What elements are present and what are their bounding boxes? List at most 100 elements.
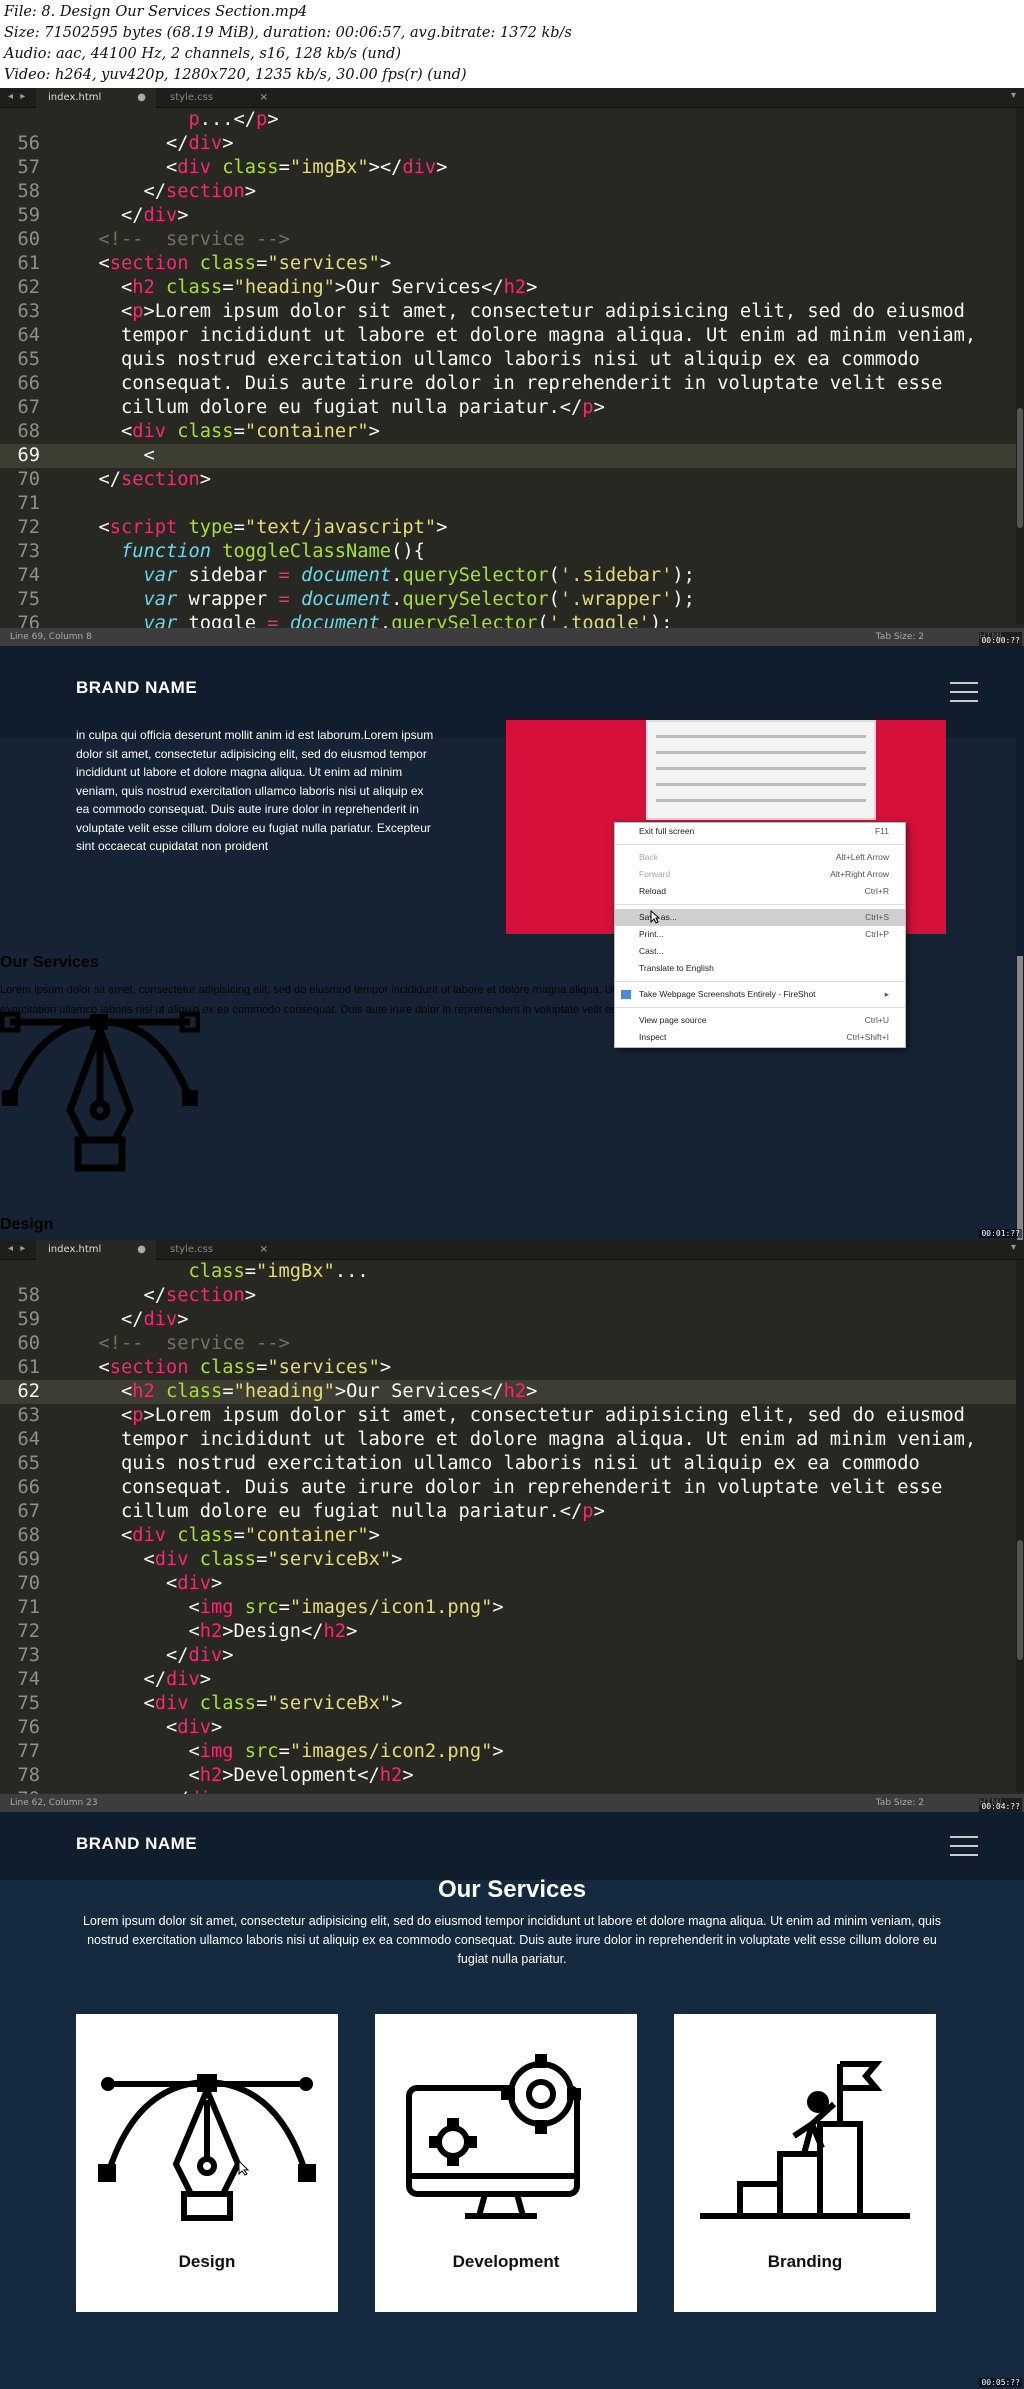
code-line[interactable]: 62 <h2 class="heading">Our Services</h2> xyxy=(0,276,1024,300)
context-menu-item[interactable]: Print... Ctrl+P xyxy=(615,926,905,943)
code-line[interactable]: 63 <p>Lorem ipsum dolor sit amet, consec… xyxy=(0,300,1024,324)
service-card-development[interactable]: Development xyxy=(375,2014,637,2312)
context-menu-item[interactable]: Translate to English xyxy=(615,960,905,977)
tab-index-html[interactable]: index.html ● xyxy=(36,88,156,108)
code-line[interactable]: 73 function toggleClassName(){ xyxy=(0,540,1024,564)
code-line[interactable]: 64 tempor incididunt ut labore et dolore… xyxy=(0,1428,1024,1452)
tab-style-css[interactable]: style.css × xyxy=(158,88,278,108)
context-menu-item[interactable]: Reload Ctrl+R xyxy=(615,883,905,900)
context-menu-item[interactable]: Take Webpage Screenshots Entirely - Fire… xyxy=(615,986,905,1003)
code-token: "imgBx" xyxy=(256,1261,335,1282)
code-line[interactable]: 56 </div> xyxy=(0,132,1024,156)
code-token: function xyxy=(121,541,212,562)
line-number: 73 xyxy=(17,541,40,562)
code-line[interactable]: 58 </section> xyxy=(0,180,1024,204)
code-line[interactable]: 74 var sidebar = document.querySelector(… xyxy=(0,564,1024,588)
close-icon[interactable]: × xyxy=(260,1240,268,1260)
page-scrollbar-thumb[interactable] xyxy=(1017,956,1023,1240)
code-line[interactable]: 77 <img src="images/icon2.png"> xyxy=(0,1740,1024,1764)
code-line[interactable]: class="imgBx"... xyxy=(0,1260,1024,1284)
scrollbar-thumb[interactable] xyxy=(1017,408,1023,528)
code-line[interactable]: 59 </div> xyxy=(0,1308,1024,1332)
code-line[interactable]: 63 <p>Lorem ipsum dolor sit amet, consec… xyxy=(0,1404,1024,1428)
code-token: div xyxy=(188,1645,223,1666)
tab-nav-arrows[interactable]: ◂ ▸ xyxy=(8,1243,27,1254)
code-line[interactable]: 73 </div> xyxy=(0,1644,1024,1668)
code-line[interactable]: 74 </div> xyxy=(0,1668,1024,1692)
code-line[interactable]: 71 <img src="images/icon1.png"> xyxy=(0,1596,1024,1620)
line-number: 78 xyxy=(17,1765,40,1786)
unsaved-dot-icon[interactable]: ● xyxy=(137,88,146,108)
scrollbar[interactable] xyxy=(1016,1260,1024,1792)
line-number: 59 xyxy=(17,1309,40,1330)
code-line[interactable]: 71 xyxy=(0,492,1024,516)
code-line[interactable]: 75 var wrapper = document.querySelector(… xyxy=(0,588,1024,612)
code-token: = xyxy=(256,1549,268,1570)
code-line[interactable]: 78 <h2>Development</h2> xyxy=(0,1764,1024,1788)
tab-style-css[interactable]: style.css × xyxy=(158,1240,278,1260)
hamburger-menu-icon[interactable] xyxy=(950,1836,978,1856)
code-line[interactable]: 69 <div class="serviceBx"> xyxy=(0,1548,1024,1572)
code-line[interactable]: 75 <div class="serviceBx"> xyxy=(0,1692,1024,1716)
code-line[interactable]: 65 quis nostrud exercitation ullamco lab… xyxy=(0,348,1024,372)
menu-separator xyxy=(615,844,905,845)
service-card-branding[interactable]: Branding xyxy=(674,2014,936,2312)
code-line[interactable]: 58 </section> xyxy=(0,1284,1024,1308)
code-line[interactable]: 60 <!-- service --> xyxy=(0,1332,1024,1356)
context-menu-item[interactable]: Inspect Ctrl+Shift+I xyxy=(615,1029,905,1046)
code-token: = xyxy=(278,589,290,610)
code-area[interactable]: class="imgBx"... 58 </section> 59 </div> 60… xyxy=(0,1260,1024,1812)
code-line[interactable]: 59 </div> xyxy=(0,204,1024,228)
code-line[interactable]: 70 </section> xyxy=(0,468,1024,492)
code-line[interactable]: 60 <!-- service --> xyxy=(0,228,1024,252)
code-line[interactable]: 67 cillum dolore eu fugiat nulla pariatu… xyxy=(0,1500,1024,1524)
code-line[interactable]: 61 <section class="services"> xyxy=(0,252,1024,276)
tab-index-html[interactable]: index.html ● xyxy=(36,1240,156,1260)
code-line[interactable]: 65 quis nostrud exercitation ullamco lab… xyxy=(0,1452,1024,1476)
context-menu-item[interactable]: Exit full screen F11 xyxy=(615,823,905,840)
code-line[interactable]: 61 <section class="services"> xyxy=(0,1356,1024,1380)
scrollbar-thumb[interactable] xyxy=(1017,1540,1023,1660)
service-card-design[interactable]: Design xyxy=(76,2014,338,2312)
context-menu-item[interactable]: View page source Ctrl+U xyxy=(615,1012,905,1029)
context-menu[interactable]: Exit full screen F11 Back Alt+Left Arrow For… xyxy=(614,822,906,1048)
unsaved-dot-icon[interactable]: ● xyxy=(137,1240,146,1260)
code-line[interactable]: 68 <div class="container"> xyxy=(0,1524,1024,1548)
code-line[interactable]: 68 <div class="container"> xyxy=(0,420,1024,444)
code-line[interactable]: 57 <div class="imgBx"></div> xyxy=(0,156,1024,180)
close-icon[interactable]: × xyxy=(260,88,268,108)
code-token: > xyxy=(244,1285,257,1306)
code-line[interactable]: 66 consequat. Duis aute irure dolor in r… xyxy=(0,372,1024,396)
code-line[interactable]: p...</p> xyxy=(0,108,1024,132)
chevron-down-icon[interactable]: ▾ xyxy=(1011,1242,1016,1253)
line-number: 71 xyxy=(17,493,40,514)
code-token: > xyxy=(267,109,279,130)
code-area[interactable]: p...</p> 56 </div> 57 <div class="imgBx"><… xyxy=(0,108,1024,646)
code-token: < xyxy=(76,1741,200,1762)
page-scrollbar[interactable] xyxy=(1016,738,1024,1240)
context-menu-item[interactable]: Cast... xyxy=(615,943,905,960)
tab-size[interactable]: Tab Size: 2 xyxy=(876,628,924,646)
code-token: h2 xyxy=(503,277,527,298)
code-line[interactable]: 72 <h2>Design</h2> xyxy=(0,1620,1024,1644)
code-token: h2 xyxy=(503,1381,527,1402)
chevron-down-icon[interactable]: ▾ xyxy=(1011,90,1016,101)
code-line[interactable]: 67 cillum dolore eu fugiat nulla pariatu… xyxy=(0,396,1024,420)
code-line[interactable]: 66 consequat. Duis aute irure dolor in r… xyxy=(0,1476,1024,1500)
code-line[interactable]: 72 <script type="text/javascript"> xyxy=(0,516,1024,540)
code-line[interactable]: 69 < xyxy=(0,444,1024,468)
code-line[interactable]: 76 <div> xyxy=(0,1716,1024,1740)
tab-size[interactable]: Tab Size: 2 xyxy=(876,1794,924,1812)
brand-logo[interactable]: BRAND NAME xyxy=(76,678,197,698)
code-token: > xyxy=(379,1357,392,1378)
line-number: 65 xyxy=(17,349,40,370)
code-line[interactable]: 62 <h2 class="heading">Our Services</h2> xyxy=(0,1380,1024,1404)
code-line[interactable]: 70 <div> xyxy=(0,1572,1024,1596)
scrollbar[interactable] xyxy=(1016,108,1024,624)
tab-nav-arrows[interactable]: ◂ ▸ xyxy=(8,91,27,102)
hamburger-menu-icon[interactable] xyxy=(950,682,978,702)
brand-logo[interactable]: BRAND NAME xyxy=(76,1834,197,1854)
code-line[interactable]: 64 tempor incididunt ut labore et dolore… xyxy=(0,324,1024,348)
